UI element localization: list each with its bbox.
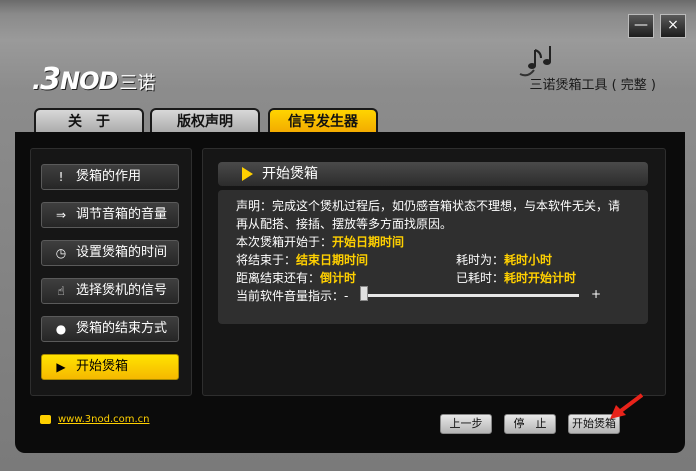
statement-line-2: 再从配搭、接插、摆放等多方面找原因。: [236, 217, 453, 231]
volume-plus-label: +: [591, 287, 602, 301]
website-link[interactable]: www.3nod.com.cn: [58, 414, 150, 425]
end-time-row: 将结束于：结束日期时间: [236, 251, 368, 268]
remaining-value: 倒计时: [320, 271, 357, 285]
sidebar-item-volume[interactable]: ⇒ 调节音箱的音量: [41, 202, 179, 228]
end-time-value: 结束日期时间: [296, 253, 369, 267]
minimize-button[interactable]: —: [628, 14, 654, 38]
app-title: 三诺煲箱工具 ( 完整 ): [529, 78, 656, 93]
sidebar-item-label: 煲箱的作用: [76, 169, 142, 184]
end-time-label: 将结束于：: [236, 253, 297, 267]
remaining-row: 距离结束还有：倒计时: [236, 269, 356, 286]
tab-copyright[interactable]: 版权声明: [150, 108, 260, 134]
hand-pointer-icon: ☝: [57, 284, 65, 298]
tab-about[interactable]: 关 于: [34, 108, 144, 134]
section-title: 开始煲箱: [262, 166, 318, 182]
sidebar: ! 煲箱的作用 ⇒ 调节音箱的音量 ◷ 设置煲箱的时间 ☝ 选择煲机的信号 ● …: [30, 148, 192, 396]
brand-logo: .3NOD 三诺: [32, 62, 156, 97]
tab-signal-generator[interactable]: 信号发生器: [268, 108, 378, 134]
elapsed-label: 已耗时：: [456, 271, 505, 285]
volume-slider-track[interactable]: [367, 294, 579, 297]
red-arrow-annotation: [610, 393, 644, 419]
app-window: — × .3NOD 三诺 三诺煲箱工具 ( 完整 ) 关 于 版权声明 信号发生器…: [0, 0, 696, 471]
start-time-label: 本次煲箱开始于：: [236, 235, 333, 249]
sidebar-item-label: 选择煲机的信号: [76, 283, 168, 298]
remaining-label: 距离结束还有：: [236, 271, 321, 285]
section-header: 开始煲箱: [218, 162, 648, 186]
sidebar-item-purpose[interactable]: ! 煲箱的作用: [41, 164, 179, 190]
sidebar-item-label: 调节音箱的音量: [76, 207, 168, 222]
sidebar-item-label: 煲箱的结束方式: [76, 321, 168, 336]
link-icon: [40, 415, 51, 424]
prev-step-button[interactable]: 上一步: [440, 414, 492, 434]
start-time-row: 本次煲箱开始于：开始日期时间: [236, 233, 404, 250]
sidebar-item-start[interactable]: ▶ 开始煲箱: [41, 354, 179, 380]
play-icon: ▶: [56, 360, 66, 374]
volume-slider-thumb[interactable]: [360, 286, 368, 301]
sidebar-item-end-mode[interactable]: ● 煲箱的结束方式: [41, 316, 179, 342]
elapsed-value: 耗时开始计时: [504, 271, 577, 285]
duration-row: 耗时为：耗时小时: [456, 251, 552, 268]
volume-label: 当前软件音量指示：-: [236, 289, 349, 303]
start-time-value: 开始日期时间: [332, 235, 405, 249]
close-button[interactable]: ×: [660, 14, 686, 38]
sidebar-item-time[interactable]: ◷ 设置煲箱的时间: [41, 240, 179, 266]
dot-icon: ●: [55, 322, 67, 336]
duration-value: 耗时小时: [504, 253, 553, 267]
arrow-right-icon: ⇒: [55, 208, 67, 222]
play-icon: [242, 167, 253, 181]
sidebar-item-label: 开始煲箱: [76, 359, 129, 374]
statement-line-1: 声明：完成这个煲机过程后，如仍感音箱状态不理想，与本软件无关，请: [236, 199, 621, 213]
sidebar-item-signal[interactable]: ☝ 选择煲机的信号: [41, 278, 179, 304]
elapsed-row: 已耗时：耗时开始计时: [456, 269, 576, 286]
duration-label: 耗时为：: [456, 253, 505, 267]
stop-button[interactable]: 停 止: [504, 414, 556, 434]
clock-icon: ◷: [55, 246, 67, 260]
exclamation-icon: !: [58, 170, 64, 184]
sidebar-item-label: 设置煲箱的时间: [76, 245, 168, 260]
